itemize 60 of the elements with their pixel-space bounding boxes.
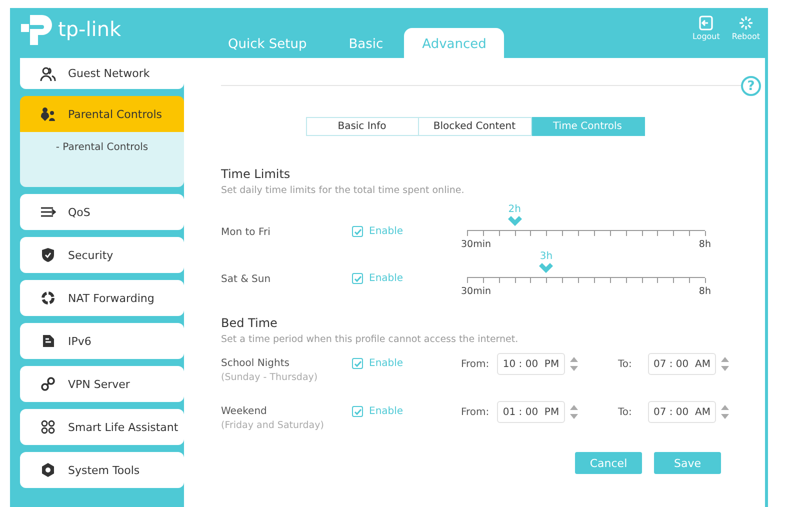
sidebar-item[interactable]: System Tools <box>20 452 184 488</box>
time-field[interactable]: 07 : 00 AM <box>648 401 716 423</box>
spinner-icon[interactable] <box>570 404 578 420</box>
spinner-icon[interactable] <box>721 404 729 420</box>
checkbox[interactable] <box>352 273 363 284</box>
section-tab[interactable]: Basic Info <box>306 117 418 136</box>
logout-icon <box>698 15 714 31</box>
time-field[interactable]: 01 : 00 PM <box>497 401 565 423</box>
checkbox[interactable] <box>352 358 363 369</box>
family-icon <box>40 106 56 122</box>
to-label: To: <box>618 407 633 418</box>
sidebar-subitem[interactable]: - Parental Controls <box>56 142 148 153</box>
sidebar-item[interactable]: Parental Controls <box>20 96 184 132</box>
section-title: Bed Time <box>221 316 278 330</box>
spinner-icon[interactable] <box>570 356 578 372</box>
section-title: Time Limits <box>221 167 292 181</box>
sidebar-item[interactable]: Guest Network <box>20 58 184 89</box>
document-icon <box>40 333 56 349</box>
row-sublabel: (Friday and Saturday) <box>221 420 325 431</box>
spinner-icon <box>738 15 754 31</box>
row-sublabel: (Sunday - Thursday) <box>221 372 319 383</box>
time-field[interactable]: 10 : 00 PM <box>497 353 565 375</box>
logo-text: tp-link <box>58 17 122 41</box>
checkbox[interactable] <box>352 406 363 417</box>
slider-thumb[interactable] <box>539 263 554 273</box>
lines-arrow-icon <box>40 204 56 220</box>
slider-value: 2h <box>508 204 521 215</box>
row-label: School Nights <box>221 358 290 369</box>
people-icon <box>40 66 56 82</box>
slider-max-label: 8h <box>698 286 711 297</box>
link-icon <box>40 376 56 392</box>
slider-value: 3h <box>540 251 553 262</box>
hexagon-icon <box>40 462 56 478</box>
sidebar-item[interactable]: Smart Life Assistant <box>20 409 184 445</box>
from-label: From: <box>461 359 490 370</box>
sidebar-item[interactable]: VPN Server <box>20 366 184 402</box>
section-description: Set daily time limits for the total time spent online. <box>221 185 466 196</box>
sidebar-item[interactable]: NAT Forwarding <box>20 280 184 316</box>
slider-max-label: 8h <box>698 239 711 250</box>
spinner-icon[interactable] <box>721 356 729 372</box>
row-label: Mon to Fri <box>221 227 272 238</box>
row-label: Weekend <box>221 406 268 417</box>
slider-thumb[interactable] <box>508 216 522 226</box>
action-label: Reboot <box>732 32 760 41</box>
action-label: Logout <box>692 32 720 41</box>
shield-icon <box>40 247 56 263</box>
from-label: From: <box>461 407 490 418</box>
four-circles-icon <box>40 419 56 435</box>
to-label: To: <box>618 359 633 370</box>
checkbox[interactable] <box>352 226 363 237</box>
section-tab[interactable]: Blocked Content <box>418 117 532 136</box>
section-description: Set a time period when this profile cannot access the internet. <box>221 334 520 345</box>
time-field[interactable]: 07 : 00 AM <box>648 353 716 375</box>
sidebar-item[interactable]: IPv6 <box>20 323 184 359</box>
slider-min-label: 30min <box>461 239 492 250</box>
row-label: Sat & Sun <box>221 274 272 285</box>
sidebar-item[interactable]: QoS <box>20 194 184 230</box>
slider-min-label: 30min <box>461 286 492 297</box>
sidebar-item[interactable]: Security <box>20 237 184 273</box>
ring-icon <box>40 290 56 306</box>
